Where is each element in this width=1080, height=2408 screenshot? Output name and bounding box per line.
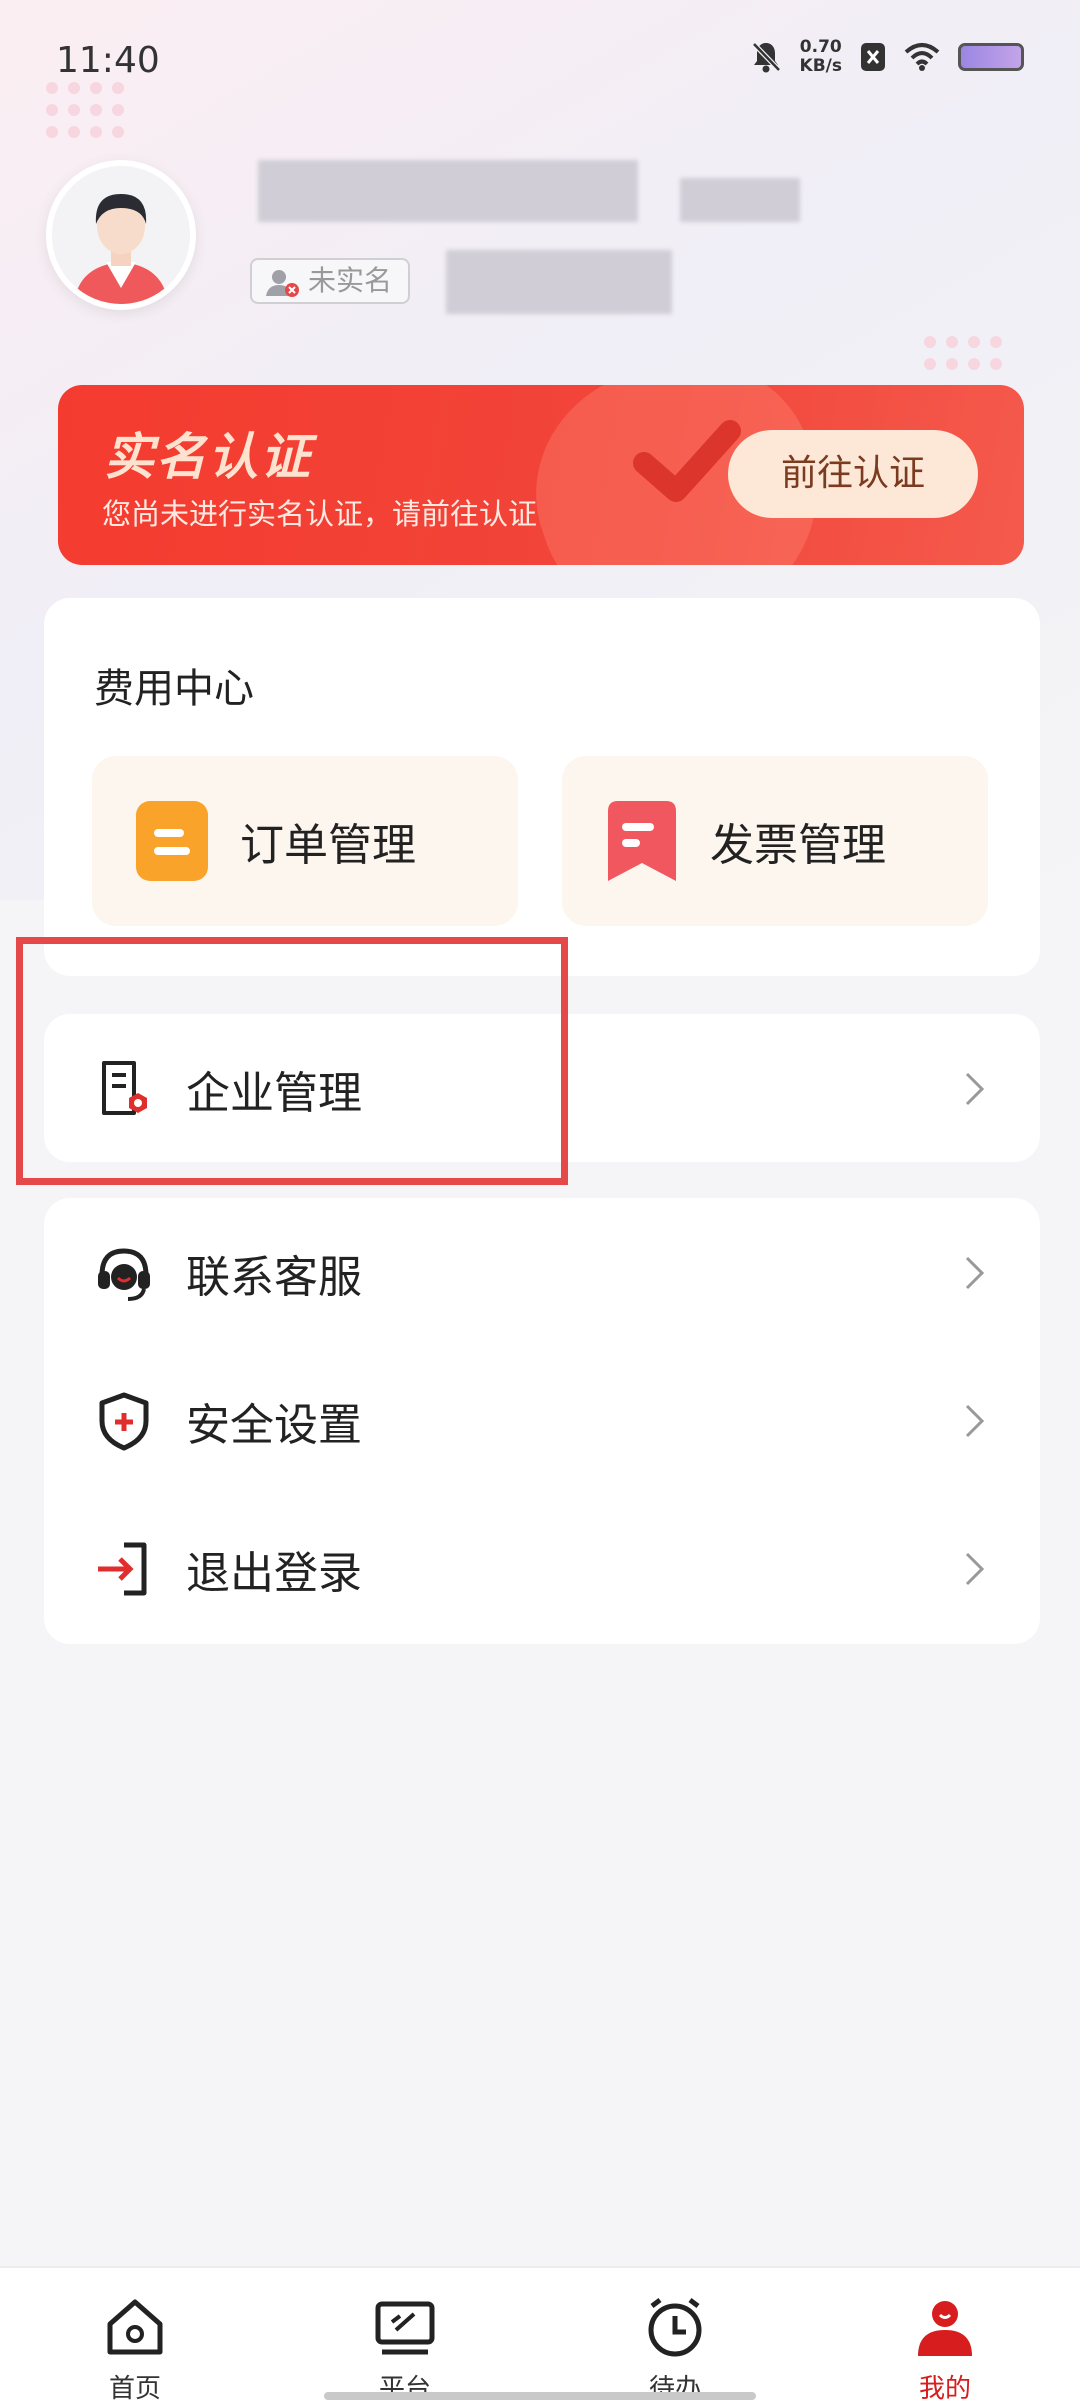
clock-icon: [540, 2292, 810, 2362]
user-icon: [810, 2292, 1080, 2362]
sim-off-icon: [861, 43, 885, 71]
platform-icon: [270, 2292, 540, 2362]
verification-banner[interactable]: 实名认证 您尚未进行实名认证，请前往认证 前往认证: [58, 385, 1024, 565]
nav-home[interactable]: 首页: [0, 2268, 270, 2408]
nav-mine[interactable]: 我的: [810, 2268, 1080, 2408]
menu-item-enterprise[interactable]: 企业管理: [44, 1014, 1040, 1164]
info-redacted: [446, 250, 672, 314]
settings-card: 联系客服 安全设置 退出登录: [44, 1198, 1040, 1644]
menu-item-customer-service[interactable]: 联系客服: [44, 1198, 1040, 1348]
banner-subtitle: 您尚未进行实名认证，请前往认证: [102, 497, 538, 531]
customer-service-label: 联系客服: [186, 1252, 362, 1303]
banner-title: 实名认证: [104, 428, 312, 486]
menu-item-security[interactable]: 安全设置: [44, 1346, 1040, 1496]
verify-status-badge: 未实名: [250, 258, 411, 304]
decor-dots: [924, 336, 1002, 370]
logout-label: 退出登录: [186, 1548, 362, 1599]
shield-icon: [94, 1391, 154, 1451]
security-settings-label: 安全设置: [186, 1400, 362, 1451]
chevron-right-icon: [965, 1404, 985, 1438]
fee-center-card: 费用中心 订单管理 发票管理: [44, 598, 1040, 976]
logout-icon: [94, 1539, 154, 1599]
username-redacted: [680, 178, 800, 222]
status-bar: 11:40 0.70 KB/s: [0, 0, 1080, 120]
wifi-icon: [904, 43, 940, 71]
home-icon: [0, 2292, 270, 2362]
nav-platform[interactable]: 平台: [270, 2268, 540, 2408]
nav-mine-label: 我的: [918, 2374, 971, 2404]
nav-todo[interactable]: 待办: [540, 2268, 810, 2408]
chevron-right-icon: [965, 1072, 985, 1106]
network-speed: 0.70 KB/s: [799, 37, 842, 76]
order-management-tile[interactable]: 订单管理: [92, 756, 518, 926]
enterprise-card: 企业管理: [44, 1014, 1040, 1162]
home-indicator: [324, 2392, 756, 2400]
headset-icon: [94, 1243, 154, 1303]
fee-center-title: 费用中心: [94, 666, 254, 712]
nav-home-label: 首页: [108, 2374, 161, 2404]
bottom-nav: 首页 平台 待办 我的: [0, 2266, 1080, 2408]
go-verify-button[interactable]: 前往认证: [728, 430, 978, 518]
enterprise-icon: [94, 1059, 154, 1119]
enterprise-label: 企业管理: [186, 1068, 362, 1119]
menu-item-logout[interactable]: 退出登录: [44, 1494, 1040, 1644]
invoice-management-label: 发票管理: [710, 820, 886, 871]
username-redacted: [258, 160, 638, 222]
bell-muted-icon: [751, 42, 781, 73]
avatar[interactable]: [46, 160, 196, 310]
chevron-right-icon: [965, 1256, 985, 1290]
status-time: 11:40: [56, 40, 160, 81]
battery-icon: [958, 43, 1024, 71]
status-icons: 0.70 KB/s: [750, 38, 1024, 76]
chevron-right-icon: [965, 1552, 985, 1586]
order-icon: [134, 799, 210, 883]
user-avatar-icon: [52, 166, 190, 304]
unverified-user-icon: [266, 270, 299, 297]
order-management-label: 订单管理: [240, 820, 416, 871]
invoice-management-tile[interactable]: 发票管理: [562, 756, 988, 926]
invoice-icon: [604, 799, 680, 883]
